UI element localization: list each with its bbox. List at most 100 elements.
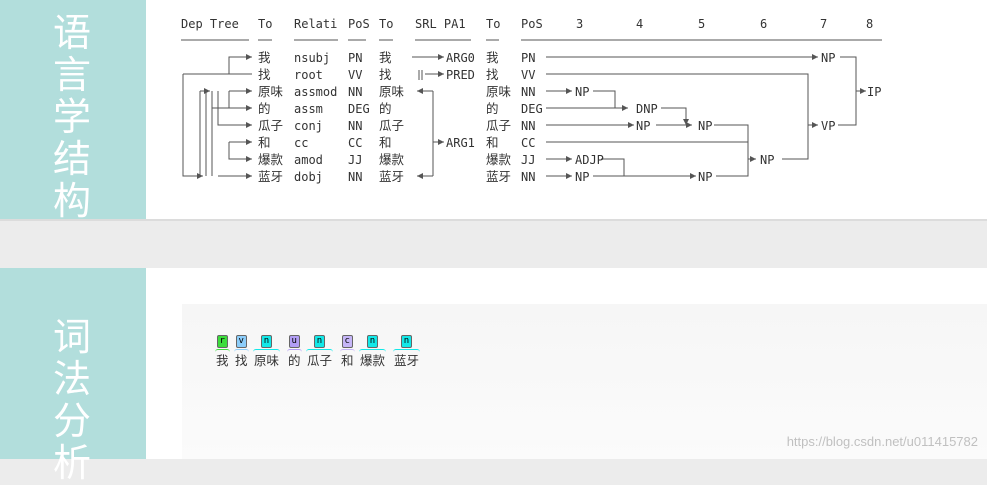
row-word: 我 — [258, 50, 271, 65]
lexical-token[interactable]: v找 — [234, 328, 249, 369]
token-word: 和 — [340, 349, 355, 369]
row-word: 爆款 — [258, 152, 284, 167]
phrase-label-np-c6: NP — [760, 153, 774, 167]
phrase-label-adjp: ADJP — [575, 153, 604, 167]
srl-pred: PRED — [446, 68, 475, 82]
pos-tag-badge: n — [366, 335, 379, 348]
panel-divider — [0, 219, 987, 221]
pos-tag-badge: n — [260, 335, 273, 348]
row-relation: dobj — [294, 170, 323, 184]
row-word-srl: 的 — [379, 101, 392, 116]
row-word-const: 爆款 — [486, 152, 512, 167]
pos-tag-badge: c — [341, 335, 353, 348]
column-header: To — [379, 17, 393, 31]
lexical-sidebar: 词法分析 — [0, 268, 146, 484]
row-pos-const: CC — [521, 136, 535, 150]
column-header: To — [258, 17, 272, 31]
lexical-token[interactable]: n 原味 — [253, 328, 281, 369]
column-header: 3 — [576, 17, 583, 31]
pos-tag-badge: r — [216, 335, 228, 348]
row-word-const: 我 — [486, 50, 499, 65]
token-word: 瓜子 — [306, 349, 334, 369]
row-word: 找 — [258, 67, 271, 82]
phrase-label-np-row0: NP — [821, 51, 835, 65]
row-pos-const: NN — [521, 85, 535, 99]
row-pos-const: VV — [521, 68, 535, 82]
column-header: PoS — [521, 17, 543, 31]
row-pos-const: PN — [521, 51, 535, 65]
row-word-const: 的 — [486, 101, 499, 116]
lexical-token[interactable]: r我 — [215, 328, 230, 369]
column-header: 4 — [636, 17, 643, 31]
row-pos: NN — [348, 85, 362, 99]
row-pos-const: DEG — [521, 102, 543, 116]
row-relation: assmod — [294, 85, 337, 99]
column-header: To — [486, 17, 500, 31]
column-header: 7 — [820, 17, 827, 31]
row-word-const: 瓜子 — [486, 118, 511, 133]
row-word: 和 — [258, 135, 271, 150]
column-header: 8 — [866, 17, 873, 31]
structure-panel: 语言学结构 Dep Tree To Relati PoS To SRL PA1 To PoS 3… — [0, 0, 987, 222]
row-relation: assm — [294, 102, 323, 116]
phrase-label-np-row7-c5: NP — [698, 170, 712, 184]
row-word-srl: 我 — [379, 50, 392, 65]
token-word: 我 — [215, 349, 230, 369]
row-word-srl: 和 — [379, 135, 392, 150]
column-header: 5 — [698, 17, 705, 31]
lexical-token[interactable]: n 蓝牙 — [393, 328, 421, 369]
row-relation: nsubj — [294, 51, 330, 65]
row-relation: cc — [294, 136, 308, 150]
lexical-token[interactable]: u的 — [287, 328, 302, 369]
srl-arg0: ARG0 — [446, 51, 475, 65]
row-word: 瓜子 — [258, 118, 283, 133]
row-word-const: 找 — [486, 67, 499, 82]
row-word: 蓝牙 — [258, 169, 283, 184]
token-word: 的 — [287, 349, 302, 369]
row-pos: NN — [348, 119, 362, 133]
lexical-token[interactable]: n 爆款 — [359, 328, 387, 369]
row-relation: root — [294, 68, 323, 82]
row-pos: NN — [348, 170, 362, 184]
column-header: SRL PA1 — [415, 17, 466, 31]
srl-arg1: ARG1 — [446, 136, 475, 150]
phrase-label-dnp: DNP — [636, 102, 658, 116]
column-header: PoS — [348, 17, 370, 31]
row-relation: amod — [294, 153, 323, 167]
pos-tag-badge: n — [313, 335, 326, 348]
phrase-label-np-row7-c3: NP — [575, 170, 589, 184]
row-pos-const: JJ — [521, 153, 535, 167]
pos-tag-badge: v — [235, 335, 247, 348]
row-word-srl: 爆款 — [379, 152, 405, 167]
pos-tag-badge: u — [288, 335, 300, 348]
column-header: 6 — [760, 17, 767, 31]
row-word-srl: 找 — [379, 67, 392, 82]
lexical-panel: 词法分析 r 我 v 找 n 原味 u 的 n 瓜子 c 和 n 爆款 n 蓝牙 https://blog.c… — [0, 268, 987, 484]
column-header: Dep Tree — [181, 17, 239, 31]
row-pos: JJ — [348, 153, 362, 167]
token-word: 爆款 — [359, 349, 387, 369]
row-word-srl: 蓝牙 — [379, 169, 404, 184]
row-relation: conj — [294, 119, 323, 133]
row-pos: VV — [348, 68, 362, 82]
token-word: 原味 — [253, 349, 281, 369]
phrase-label-np-row4-c5: NP — [698, 119, 712, 133]
lexical-token[interactable]: n 瓜子 — [306, 328, 334, 369]
row-word-const: 和 — [486, 135, 499, 150]
phrase-label-vp: VP — [821, 119, 835, 133]
row-pos: DEG — [348, 102, 370, 116]
lexical-token[interactable]: c和 — [340, 328, 355, 369]
watermark: https://blog.csdn.net/u011415782 — [786, 434, 978, 449]
row-word-const: 原味 — [486, 84, 512, 99]
row-pos: CC — [348, 136, 362, 150]
row-word-const: 蓝牙 — [486, 169, 511, 184]
phrase-label-ip: IP — [867, 85, 881, 99]
phrase-label-np-row2: NP — [575, 85, 589, 99]
token-word: 蓝牙 — [393, 349, 421, 369]
dependency-tree-diagram: Dep Tree To Relati PoS To SRL PA1 To PoS 3 4 5 6 7 8 — [181, 17, 882, 184]
row-word: 的 — [258, 101, 271, 116]
row-word-srl: 瓜子 — [379, 118, 404, 133]
row-pos-const: NN — [521, 119, 535, 133]
column-header: Relati — [294, 17, 337, 31]
token-word: 找 — [234, 349, 249, 369]
